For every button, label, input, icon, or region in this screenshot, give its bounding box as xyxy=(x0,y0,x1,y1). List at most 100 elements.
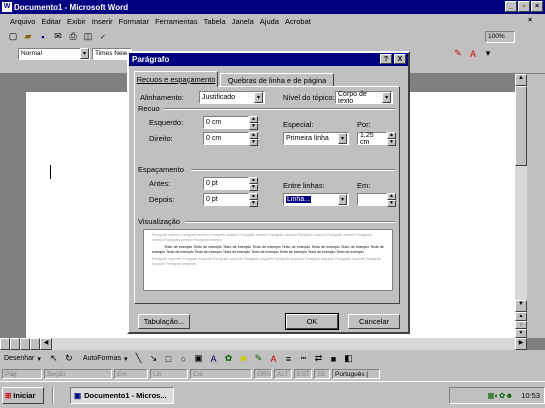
alignment-select[interactable]: Justificado ▾ xyxy=(199,91,265,104)
spacing-after-stepper[interactable]: ▲ ▼ xyxy=(249,193,258,207)
drawing-font-color-icon[interactable]: A xyxy=(267,352,281,366)
scroll-right-button[interactable]: ▶ xyxy=(515,338,527,350)
print-preview-icon[interactable]: ◫ xyxy=(81,30,95,44)
scroll-left-button[interactable]: ◀ xyxy=(40,338,52,350)
textbox-icon[interactable]: ▣ xyxy=(192,352,206,366)
next-page-button[interactable]: ▼ xyxy=(515,329,527,338)
help-button[interactable]: ? xyxy=(380,54,392,64)
rectangle-icon[interactable]: □ xyxy=(162,352,176,366)
tab-line-page-breaks[interactable]: Quebras de linha e de página xyxy=(220,73,334,87)
spin-down-icon[interactable]: ▼ xyxy=(387,200,396,207)
menu-item-ajuda[interactable]: Ajuda xyxy=(260,17,279,26)
spacing-before-input[interactable]: 0 pt xyxy=(203,177,249,190)
scroll-thumb[interactable] xyxy=(515,86,527,166)
line-color-icon[interactable]: ✎ xyxy=(252,352,266,366)
spin-up-icon[interactable]: ▲ xyxy=(249,132,258,139)
spin-down-icon[interactable]: ▼ xyxy=(249,200,258,207)
save-icon[interactable]: ▪ xyxy=(36,30,50,44)
spacing-before-stepper[interactable]: ▲ ▼ xyxy=(249,177,258,191)
menu-item-inserir[interactable]: Inserir xyxy=(92,17,113,26)
indent-by-stepper[interactable]: ▲ ▼ xyxy=(387,132,396,146)
spin-up-icon[interactable]: ▲ xyxy=(249,193,258,200)
tab-indents-spacing[interactable]: Recuos e espaçamento xyxy=(134,71,218,87)
line-spacing-select[interactable]: Linha... ▾ xyxy=(283,193,349,206)
close-dialog-button[interactable]: X xyxy=(394,54,406,64)
menu-item-arquivo[interactable]: Arquivo xyxy=(10,17,35,26)
line-spacing-at-input[interactable] xyxy=(357,193,387,206)
print-icon[interactable]: ⎙ xyxy=(66,30,80,44)
spin-up-icon[interactable]: ▲ xyxy=(249,177,258,184)
prev-page-button[interactable]: ▲ xyxy=(515,312,527,321)
font-combo[interactable]: Times New xyxy=(92,47,132,60)
vertical-scrollbar[interactable]: ▲ ▼ ▲ ○ ▼ xyxy=(515,74,527,338)
normal-view-icon[interactable] xyxy=(0,338,10,350)
status-est[interactable]: EST xyxy=(294,369,312,379)
style-combo[interactable]: Normal ▾ xyxy=(18,47,90,60)
dash-style-icon[interactable]: ┅ xyxy=(297,352,311,366)
special-indent-select[interactable]: Primeira linha ▾ xyxy=(283,132,349,145)
highlight-icon[interactable]: ✎ xyxy=(451,47,465,61)
start-button[interactable]: ⊞ Iniciar xyxy=(2,386,44,404)
indent-right-input[interactable]: 0 cm xyxy=(203,132,249,145)
print-layout-icon[interactable] xyxy=(20,338,30,350)
status-ext[interactable]: SE xyxy=(314,369,330,379)
scroll-up-button[interactable]: ▲ xyxy=(515,74,527,86)
rotate-icon[interactable]: ↻ xyxy=(62,352,76,366)
menu-item-acrobat[interactable]: Acrobat xyxy=(285,17,311,26)
shadow-icon[interactable]: ■ xyxy=(327,352,341,366)
spin-up-icon[interactable]: ▲ xyxy=(387,132,396,139)
minimize-button[interactable]: _ xyxy=(505,1,517,12)
email-icon[interactable]: ✉ xyxy=(51,30,65,44)
oval-icon[interactable]: ○ xyxy=(177,352,191,366)
status-rec[interactable]: GRA xyxy=(254,369,272,379)
indent-left-input[interactable]: 0 cm xyxy=(203,116,249,129)
close-document-button[interactable]: × xyxy=(524,15,536,26)
menu-item-editar[interactable]: Editar xyxy=(41,17,61,26)
toolbar-options-icon[interactable]: ▾ xyxy=(481,47,495,61)
spin-up-icon[interactable]: ▲ xyxy=(387,193,396,200)
spacing-after-input[interactable]: 0 pt xyxy=(203,193,249,206)
spin-down-icon[interactable]: ▼ xyxy=(249,184,258,191)
zoom-field[interactable]: 100% xyxy=(485,30,515,43)
spelling-icon[interactable]: ✓ xyxy=(96,30,110,44)
3d-icon[interactable]: ◧ xyxy=(342,352,356,366)
outline-view-icon[interactable] xyxy=(30,338,40,350)
menu-item-tabela[interactable]: Tabela xyxy=(204,17,226,26)
close-window-button[interactable]: × xyxy=(531,1,543,12)
spin-down-icon[interactable]: ▼ xyxy=(387,139,396,146)
scroll-down-button[interactable]: ▼ xyxy=(515,300,527,312)
browse-object-button[interactable]: ○ xyxy=(515,321,527,329)
tray-icons[interactable]: ▦◐✿☻ xyxy=(487,391,513,400)
open-folder-icon[interactable]: ▰ xyxy=(21,30,35,44)
spin-down-icon[interactable]: ▼ xyxy=(249,139,258,146)
indent-by-input[interactable]: 1,25 cm xyxy=(357,132,387,146)
line-spacing-at-stepper[interactable]: ▲ ▼ xyxy=(387,193,396,207)
taskbar-word-button[interactable]: ▣ Documento1 - Micros... xyxy=(70,386,174,404)
line-style-icon[interactable]: ≡ xyxy=(282,352,296,366)
tabs-button[interactable]: Tabulação... xyxy=(138,314,190,329)
select-pointer-icon[interactable]: ↖ xyxy=(47,352,61,366)
new-document-icon[interactable]: ▢ xyxy=(6,30,20,44)
status-alt[interactable]: ALT xyxy=(274,369,292,379)
restore-button[interactable]: ▫ xyxy=(518,1,530,12)
arrow-icon[interactable]: ↘ xyxy=(147,352,161,366)
menu-item-exibir[interactable]: Exibir xyxy=(67,17,86,26)
ok-button[interactable]: OK xyxy=(285,313,339,330)
menu-item-ferramentas[interactable]: Ferramentas xyxy=(155,17,198,26)
font-color-icon[interactable]: A xyxy=(466,47,480,61)
status-language[interactable]: Português ( xyxy=(332,369,380,379)
arrow-style-icon[interactable]: ⇄ xyxy=(312,352,326,366)
spin-up-icon[interactable]: ▲ xyxy=(249,116,258,123)
horizontal-scrollbar[interactable]: ◀ ▶ xyxy=(0,338,527,350)
menu-item-janela[interactable]: Janela xyxy=(232,17,254,26)
indent-right-stepper[interactable]: ▲ ▼ xyxy=(249,132,258,146)
autoshapes-menu-button[interactable]: AutoFormas xyxy=(83,355,121,362)
outline-level-select[interactable]: Corpo de texto ▾ xyxy=(335,91,393,105)
clipart-icon[interactable]: ✿ xyxy=(222,352,236,366)
menu-item-formatar[interactable]: Formatar xyxy=(119,17,149,26)
spin-down-icon[interactable]: ▼ xyxy=(249,123,258,130)
indent-left-stepper[interactable]: ▲ ▼ xyxy=(249,116,258,130)
draw-menu-button[interactable]: Desenhar xyxy=(4,355,34,362)
cancel-button[interactable]: Cancelar xyxy=(348,314,400,329)
web-view-icon[interactable] xyxy=(10,338,20,350)
